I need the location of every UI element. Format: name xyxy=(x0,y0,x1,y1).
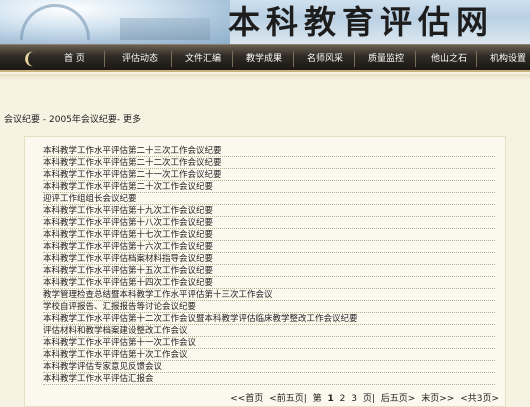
pager-total-pages: <共3页> xyxy=(460,394,499,404)
pager-next-five-link[interactable]: 后五页> xyxy=(381,394,416,404)
list-item[interactable]: 本科教学工作水平评估第二十次工作会议纪要 xyxy=(43,181,495,193)
pagination: <<首页 <前五页| 第 1 2 3 页| 后五页> 末页>> <共3页> xyxy=(25,391,507,404)
pager-page-2-link[interactable]: 2 xyxy=(340,394,346,404)
nav-item-achievements[interactable]: 教学成果 xyxy=(246,45,282,73)
list-item[interactable]: 本科教学工作水平评估第十五次工作会议纪要 xyxy=(43,265,495,277)
pager-prev-five-link[interactable]: <前五页| xyxy=(269,394,307,404)
nav-item-teachers[interactable]: 名师风采 xyxy=(307,45,343,73)
nav-item-home[interactable]: 首 页 xyxy=(64,45,85,73)
pager-last-link[interactable]: 末页>> xyxy=(421,394,454,404)
nav-separator xyxy=(415,51,416,67)
nav-separator xyxy=(476,51,477,67)
list-item[interactable]: 本科教学工作水平评估第十四次工作会议纪要 xyxy=(43,277,495,289)
banner-building-image xyxy=(120,18,210,40)
pager-first-link[interactable]: <<首页 xyxy=(230,394,263,404)
site-banner: 本科教育评估网 xyxy=(0,0,530,44)
breadcrumb-meeting-minutes[interactable]: 会议纪要 xyxy=(4,115,40,125)
minutes-list: 本科教学工作水平评估第二十三次工作会议纪要 本科教学工作水平评估第二十二次工作会… xyxy=(43,145,495,385)
nav-separator xyxy=(171,51,172,67)
content-panel: 本科教学工作水平评估第二十三次工作会议纪要 本科教学工作水平评估第二十二次工作会… xyxy=(24,136,506,407)
list-item[interactable]: 迎评工作组组长会议纪要 xyxy=(43,193,495,205)
list-item[interactable]: 学校自评报告、汇报报告等讨论会议纪要 xyxy=(43,301,495,313)
pager-page-suffix: 页| xyxy=(362,394,375,404)
nav-separator xyxy=(354,51,355,67)
site-title: 本科教育评估网 xyxy=(228,3,495,41)
nav-item-others[interactable]: 他山之石 xyxy=(431,45,467,73)
nav-separator xyxy=(232,51,233,67)
list-item[interactable]: 本科教学工作水平评估第十七次工作会议纪要 xyxy=(43,229,495,241)
list-item[interactable]: 本科教学工作水平评估第二十二次工作会议纪要 xyxy=(43,157,495,169)
main-nav: ❨ 首 页 评估动态 文件汇编 教学成果 名师风采 质量监控 他山之石 机构设置 xyxy=(0,44,530,72)
list-item[interactable]: 本科教学工作水平评估汇报会 xyxy=(43,373,495,385)
nav-item-organization[interactable]: 机构设置 xyxy=(490,45,526,73)
nav-item-quality[interactable]: 质量监控 xyxy=(368,45,404,73)
pager-page-3-link[interactable]: 3 xyxy=(351,394,357,404)
pager-current-page: 1 xyxy=(327,394,334,404)
list-item[interactable]: 本科教学工作水平评估档案材料指导会议纪要 xyxy=(43,253,495,265)
nav-underbar xyxy=(0,74,530,80)
list-item[interactable]: 本科教学工作水平评估第十次工作会议 xyxy=(43,349,495,361)
list-item[interactable]: 本科教学工作水平评估第十九次工作会议纪要 xyxy=(43,205,495,217)
list-item[interactable]: 评估材料和教学档案建设整改工作会议 xyxy=(43,325,495,337)
nav-ornament-icon: ❨ xyxy=(22,49,36,68)
nav-separator xyxy=(104,51,105,67)
nav-item-documents[interactable]: 文件汇编 xyxy=(185,45,221,73)
breadcrumb-2005-minutes[interactable]: 2005年会议纪要 xyxy=(49,115,117,125)
breadcrumb: 会议纪要 - 2005年会议纪要- 更多 xyxy=(4,112,141,125)
list-item[interactable]: 本科教学评估专家意见反馈会议 xyxy=(43,361,495,373)
list-item[interactable]: 本科教学工作水平评估第二十一次工作会议纪要 xyxy=(43,169,495,181)
list-item[interactable]: 本科教学工作水平评估第二十三次工作会议纪要 xyxy=(43,145,495,157)
list-item[interactable]: 本科教学工作水平评估第十一次工作会议 xyxy=(43,337,495,349)
list-item[interactable]: 本科教学工作水平评估第十八次工作会议纪要 xyxy=(43,217,495,229)
list-item[interactable]: 本科教学工作水平评估第十二次工作会议暨本科教学评估临床教学整改工作会议纪要 xyxy=(43,313,495,325)
list-item[interactable]: 教学管理检查总结暨本科教学工作水平评估第十三次工作会议 xyxy=(43,289,495,301)
breadcrumb-more-link[interactable]: 更多 xyxy=(123,115,141,125)
list-item[interactable]: 本科教学工作水平评估第十六次工作会议纪要 xyxy=(43,241,495,253)
nav-item-news[interactable]: 评估动态 xyxy=(122,45,158,73)
breadcrumb-separator: - xyxy=(40,115,49,125)
pager-page-prefix: 第 xyxy=(312,394,322,404)
breadcrumb-separator: - xyxy=(116,115,121,125)
nav-separator xyxy=(293,51,294,67)
